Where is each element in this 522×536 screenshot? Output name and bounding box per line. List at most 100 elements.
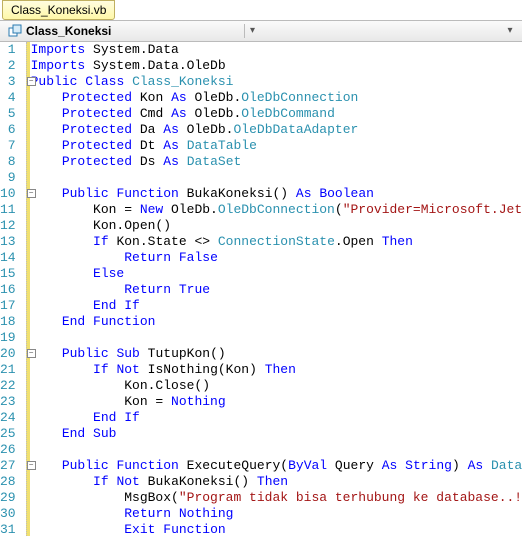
code-token: Function [116, 458, 178, 473]
code-token [31, 106, 62, 121]
code-line[interactable]: Public Sub TutupKon() [31, 346, 522, 362]
code-token: Kon.Open() [31, 218, 171, 233]
code-line[interactable]: Public Class Class_Koneksi [31, 74, 522, 90]
line-number: 10 [0, 186, 16, 202]
code-token: Public [31, 74, 78, 89]
code-token: End [62, 314, 85, 329]
code-token: OleDb. [187, 106, 242, 121]
code-token: Class [85, 74, 124, 89]
code-token: Public [62, 346, 109, 361]
line-number: 27 [0, 458, 16, 474]
code-line[interactable]: Public Function ExecuteQuery(ByVal Query… [31, 458, 522, 474]
code-token: As [163, 122, 179, 137]
code-token [85, 314, 93, 329]
code-token: As [171, 106, 187, 121]
code-token: Public [62, 186, 109, 201]
code-token [31, 266, 93, 281]
code-token [171, 250, 179, 265]
code-line[interactable]: Kon.Close() [31, 378, 522, 394]
code-token [31, 138, 62, 153]
code-area[interactable]: Imports System.DataImports System.Data.O… [27, 42, 522, 536]
code-token: Class_Koneksi [132, 74, 233, 89]
code-token: ConnectionState [218, 234, 335, 249]
code-line[interactable]: Return False [31, 250, 522, 266]
code-token: Kon = [31, 394, 171, 409]
outline-toggle[interactable]: − [27, 461, 36, 470]
line-number: 13 [0, 234, 16, 250]
code-token: Not [116, 474, 139, 489]
code-line[interactable]: Return True [31, 282, 522, 298]
code-line[interactable]: Protected Dt As DataTable [31, 138, 522, 154]
line-number: 19 [0, 330, 16, 346]
code-token: OleDbConnection [241, 90, 358, 105]
code-token: End [62, 426, 85, 441]
line-number: 12 [0, 218, 16, 234]
code-token [179, 138, 187, 153]
code-token: New [140, 202, 163, 217]
line-number: 23 [0, 394, 16, 410]
outline-toggle[interactable]: − [27, 349, 36, 358]
code-line[interactable]: Return Nothing [31, 506, 522, 522]
code-line[interactable]: Protected Ds As DataSet [31, 154, 522, 170]
code-line[interactable] [31, 170, 522, 186]
code-line[interactable]: Else [31, 266, 522, 282]
line-number: 22 [0, 378, 16, 394]
code-token: System.Data [85, 42, 179, 57]
code-line[interactable]: End Function [31, 314, 522, 330]
code-line[interactable]: Protected Da As OleDb.OleDbDataAdapter [31, 122, 522, 138]
code-line[interactable]: Kon = Nothing [31, 394, 522, 410]
file-tab[interactable]: Class_Koneksi.vb [2, 0, 115, 20]
code-token [31, 506, 125, 521]
code-token [31, 154, 62, 169]
code-token: Cmd [132, 106, 171, 121]
line-number: 6 [0, 122, 16, 138]
outline-toggle[interactable]: − [27, 77, 36, 86]
code-line[interactable] [31, 442, 522, 458]
line-number: 9 [0, 170, 16, 186]
code-line[interactable]: Imports System.Data.OleDb [31, 58, 522, 74]
code-line[interactable]: If Kon.State <> ConnectionState.Open The… [31, 234, 522, 250]
code-token: Kon [132, 90, 171, 105]
outline-toggle[interactable]: − [27, 189, 36, 198]
code-line[interactable]: End If [31, 410, 522, 426]
code-token: Nothing [179, 506, 234, 521]
code-line[interactable]: Kon = New OleDb.OleDbConnection("Provide… [31, 202, 522, 218]
code-line[interactable]: Protected Kon As OleDb.OleDbConnection [31, 90, 522, 106]
code-token: TutupKon() [140, 346, 226, 361]
code-token: Protected [62, 106, 132, 121]
code-line[interactable]: Public Function BukaKoneksi() As Boolean [31, 186, 522, 202]
code-token: DataTable [187, 138, 257, 153]
class-selector-dropdown[interactable]: Class_Koneksi [4, 24, 245, 38]
code-token: System.Data.OleDb [85, 58, 225, 73]
code-token: "Provider=Microsoft.Jet. [343, 202, 522, 217]
code-token: BukaKoneksi() [179, 186, 296, 201]
code-line[interactable]: If Not IsNothing(Kon) Then [31, 362, 522, 378]
code-line[interactable]: End If [31, 298, 522, 314]
code-line[interactable]: MsgBox("Program tidak bisa terhubung ke … [31, 490, 522, 506]
line-number: 1 [0, 42, 16, 58]
code-line[interactable]: Protected Cmd As OleDb.OleDbCommand [31, 106, 522, 122]
code-token [31, 122, 62, 137]
code-line[interactable]: End Sub [31, 426, 522, 442]
line-number: 4 [0, 90, 16, 106]
code-token: OleDbDataAdapter [233, 122, 358, 137]
code-token [31, 410, 93, 425]
code-editor[interactable]: 1234567891011121314151617181920212223242… [0, 42, 522, 536]
class-dropdown-arrow-icon[interactable]: ▾ [245, 25, 261, 37]
code-line[interactable]: Kon.Open() [31, 218, 522, 234]
code-line[interactable]: Imports System.Data [31, 42, 522, 58]
code-line[interactable]: If Not BukaKoneksi() Then [31, 474, 522, 490]
code-token: Then [257, 474, 288, 489]
line-number: 5 [0, 106, 16, 122]
code-token: As [468, 458, 484, 473]
outline-gutter: −−−− [26, 42, 27, 536]
code-line[interactable] [31, 330, 522, 346]
code-token: Nothing [171, 394, 226, 409]
line-number: 15 [0, 266, 16, 282]
code-token: If [93, 474, 109, 489]
line-number: 26 [0, 442, 16, 458]
code-token: OleDbCommand [241, 106, 335, 121]
code-token [397, 458, 405, 473]
method-dropdown-arrow-icon[interactable]: ▾ [502, 25, 518, 37]
code-token: Sub [93, 426, 116, 441]
